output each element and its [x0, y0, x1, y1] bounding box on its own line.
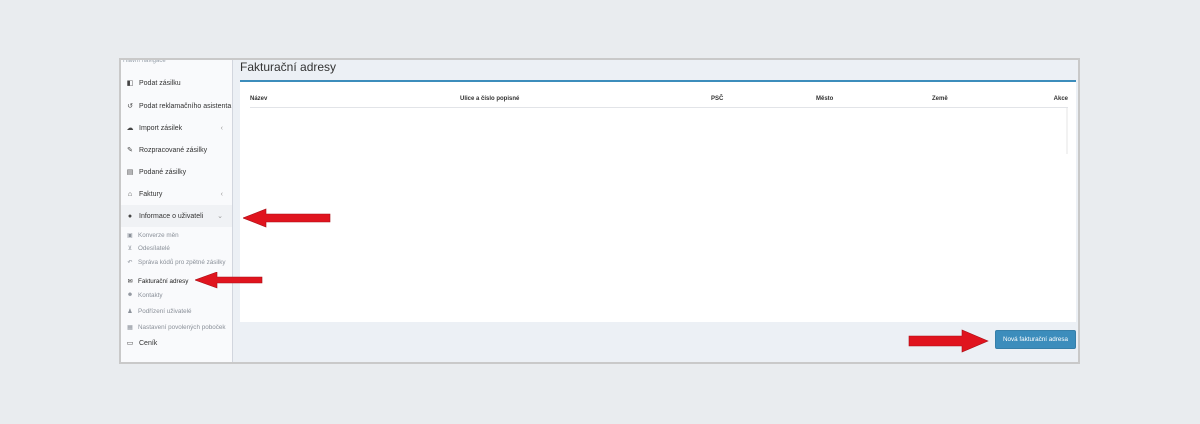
- sidebar-item-import[interactable]: ☁ Import zásilek ‹: [121, 117, 232, 139]
- annotation-arrow-new-button: [908, 329, 989, 353]
- cart-icon: ⊻: [127, 245, 133, 252]
- sidebar-subitem-label: Fakturační adresy: [138, 277, 189, 285]
- money-icon: ▣: [127, 232, 133, 239]
- chevron-left-icon: ‹: [220, 190, 223, 198]
- sidebar-item-cenik[interactable]: ▭ Ceník: [121, 332, 232, 354]
- sidebar-item-informace[interactable]: ● Informace o uživateli ⌄: [121, 205, 232, 227]
- sidebar-item-label: Faktury: [139, 190, 163, 198]
- sidebar-item-label: Import zásilek: [139, 124, 183, 132]
- sidebar-subitem-label: Konverze měn: [138, 231, 179, 239]
- column-header-street[interactable]: Ulice a číslo popisné: [460, 96, 519, 102]
- column-header-name[interactable]: Název: [250, 96, 267, 102]
- sidebar-item-label: Informace o uživateli: [139, 212, 204, 220]
- nav-header: Hlavní navigace: [123, 58, 166, 64]
- reply-icon: ↶: [127, 259, 133, 266]
- chevron-down-icon: ⌄: [217, 213, 223, 220]
- sidebar-subitem-kody[interactable]: ↶ Správa kódů pro zpětné zásilky: [121, 256, 232, 268]
- sidebar-subitem-odesilatele[interactable]: ⊻ Odesílatelé: [121, 242, 232, 254]
- annotation-arrow-informace: [243, 208, 331, 228]
- column-header-zip[interactable]: PSČ: [711, 96, 723, 102]
- sidebar-item-faktury[interactable]: ⌂ Faktury ‹: [121, 183, 232, 205]
- box-icon: ◧: [126, 80, 134, 87]
- sidebar-subitem-podrizeni[interactable]: ♟ Podřízení uživatelé: [121, 305, 232, 317]
- page-title: Fakturační adresy: [240, 60, 337, 74]
- sidebar-subitem-label: Nastavení povolených poboček: [138, 323, 226, 331]
- sidebar-subitem-label: Kontakty: [138, 291, 163, 299]
- sidebar-subitem-label: Správa kódů pro zpětné zásilky: [138, 258, 226, 266]
- column-header-city[interactable]: Město: [816, 96, 833, 102]
- inbox-icon: ▤: [126, 169, 134, 176]
- table-scrollbar[interactable]: [1066, 108, 1068, 154]
- annotation-arrow-fakturacni: [195, 272, 263, 289]
- users-icon: ☻: [126, 292, 134, 298]
- edit-icon: ✎: [127, 147, 133, 154]
- cloud-upload-icon: ☁: [126, 125, 134, 132]
- sidebar-item-label: Podat reklamačního asistenta: [139, 102, 232, 110]
- bank-icon: ⌂: [127, 190, 133, 198]
- sidebar-item-label: Rozpracované zásilky: [139, 146, 208, 154]
- grid-icon: ▦: [127, 324, 133, 331]
- sidebar-item-rozpracovane[interactable]: ✎ Rozpracované zásilky: [121, 139, 232, 161]
- undo-icon: ↺: [127, 103, 133, 110]
- sidebar-item-label: Podané zásilky: [139, 168, 187, 176]
- sidebar-item-podane[interactable]: ▤ Podané zásilky: [121, 161, 232, 183]
- sidebar-subitem-konverze[interactable]: ▣ Konverze měn: [121, 229, 232, 241]
- table-header-row: Název Ulice a číslo popisné PSČ Město Ze…: [250, 93, 1068, 108]
- sidebar-subitem-kontakty[interactable]: ☻ Kontakty: [121, 289, 232, 301]
- billing-addresses-table-panel: Název Ulice a číslo popisné PSČ Město Ze…: [240, 80, 1076, 322]
- chevron-left-icon: ‹: [220, 124, 223, 132]
- new-billing-address-button[interactable]: Nová fakturační adresa: [995, 330, 1076, 349]
- sidebar-item-reklamace[interactable]: ↺ Podat reklamačního asistenta: [121, 95, 232, 117]
- person-icon: ♟: [127, 308, 133, 315]
- envelope-icon: ✉: [127, 278, 133, 285]
- sidebar-item-label: Ceník: [139, 339, 158, 347]
- sidebar-subitem-label: Podřízení uživatelé: [138, 307, 192, 315]
- sidebar-item-label: Podat zásilku: [139, 79, 181, 87]
- sidebar-item-podat-zasilku[interactable]: ◧ Podat zásilku: [121, 72, 232, 94]
- user-icon: ●: [127, 212, 133, 220]
- sidebar: Hlavní navigace ◧ Podat zásilku ↺ Podat …: [121, 60, 233, 362]
- column-header-actions: Akce: [1053, 96, 1068, 102]
- credit-card-icon: ▭: [126, 340, 134, 347]
- sidebar-subitem-label: Odesílatelé: [138, 244, 170, 252]
- column-header-country[interactable]: Země: [932, 96, 948, 102]
